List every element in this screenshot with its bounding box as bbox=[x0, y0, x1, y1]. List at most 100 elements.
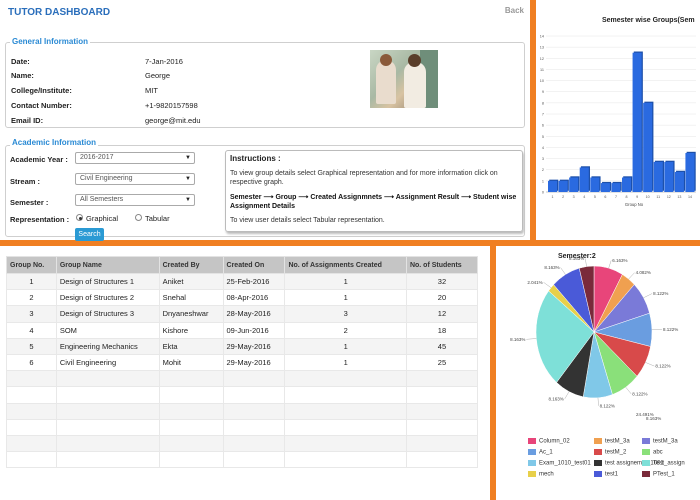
pie-legend-item[interactable]: testM_2 bbox=[594, 449, 626, 456]
empty-table-cell bbox=[158, 434, 224, 453]
table-cell: 29-May-2016 bbox=[222, 353, 286, 372]
bar[interactable] bbox=[664, 161, 674, 192]
pie-legend-item[interactable]: Test_assign bbox=[642, 460, 685, 467]
bar-y-tick-label: 5 bbox=[542, 135, 544, 139]
academic-year-label: Academic Year : bbox=[10, 155, 68, 164]
bar-x-tick-label: 13 bbox=[677, 195, 681, 199]
radio-graphical[interactable] bbox=[76, 214, 83, 221]
empty-table-cell bbox=[284, 418, 407, 436]
bar[interactable] bbox=[653, 161, 663, 192]
bar[interactable] bbox=[685, 153, 695, 192]
legend-swatch bbox=[642, 460, 650, 466]
table-cell: Design of Structures 1 bbox=[55, 272, 160, 291]
legend-label: Ac_1 bbox=[539, 449, 553, 456]
pie-legend-item[interactable]: testM_3a bbox=[594, 438, 630, 445]
bar-y-tick-label: 1 bbox=[542, 179, 544, 183]
empty-table-row bbox=[6, 434, 479, 453]
bar[interactable] bbox=[632, 52, 642, 192]
table-header-row: Group No. Group Name Created By Created On N… bbox=[6, 256, 479, 274]
bar-x-tick-label: 11 bbox=[656, 195, 660, 199]
search-button[interactable]: Search bbox=[75, 228, 104, 241]
chevron-down-icon: ▼ bbox=[185, 155, 191, 161]
bar-x-tick-label: 2 bbox=[562, 195, 564, 199]
contact-number-value: +1-9820157598 bbox=[145, 101, 198, 110]
college-label: College/Institute: bbox=[11, 86, 72, 95]
table-row[interactable]: 3 Design of Structures 3 Dnyaneshwar 28-May… bbox=[6, 305, 479, 323]
bar-y-tick-label: 6 bbox=[542, 124, 544, 128]
table-row[interactable]: 2 Design of Structures 2 Snehal 08-Apr-2016… bbox=[6, 289, 479, 307]
pie-slice-label: 8.163% bbox=[569, 256, 584, 261]
bar[interactable] bbox=[674, 171, 684, 192]
legend-label: Test_assign bbox=[653, 460, 685, 467]
bar-x-tick-label: 3 bbox=[573, 195, 575, 199]
bar-x-tick-label: 6 bbox=[604, 195, 606, 199]
bar-y-tick-label: 8 bbox=[542, 101, 544, 105]
bar[interactable] bbox=[569, 177, 579, 192]
table-cell: 6 bbox=[6, 353, 57, 372]
empty-table-cell bbox=[284, 386, 407, 404]
table-cell: 1 bbox=[284, 289, 407, 307]
pie-slice-label: 8.122% bbox=[655, 364, 670, 369]
academic-year-value: 2016-2017 bbox=[80, 154, 114, 161]
pie-legend-item[interactable]: PTest_1 bbox=[642, 471, 675, 478]
pie-legend-item[interactable]: mech bbox=[528, 471, 554, 478]
radio-tabular[interactable] bbox=[135, 214, 142, 221]
bar[interactable] bbox=[590, 177, 600, 192]
bar-x-tick-label: 1 bbox=[552, 195, 554, 199]
general-information-legend: General Information bbox=[10, 37, 91, 46]
groups-table-panel: Group No. Group Name Created By Created On N… bbox=[0, 246, 490, 500]
table-cell: Mohit bbox=[158, 353, 224, 372]
legend-label: PTest_1 bbox=[653, 471, 675, 478]
representation-label: Representation : bbox=[10, 215, 70, 224]
pie-legend-item[interactable]: test1 bbox=[594, 471, 618, 478]
table-row[interactable]: 4 SOM Kishore 09-Jun-2016 2 18 bbox=[6, 321, 479, 339]
stream-select[interactable]: Civil Engineering ▼ bbox=[75, 173, 195, 185]
bar-y-tick-label: 13 bbox=[540, 46, 544, 50]
bar[interactable] bbox=[548, 180, 558, 192]
dashboard-header: TUTOR DASHBOARD Back bbox=[0, 0, 530, 26]
legend-label: test1 bbox=[605, 471, 619, 478]
legend-swatch bbox=[528, 449, 536, 455]
legend-label: Column_02 bbox=[539, 438, 570, 445]
empty-table-cell bbox=[55, 402, 160, 420]
table-cell: Aniket bbox=[158, 272, 224, 291]
empty-table-cell bbox=[222, 418, 286, 436]
back-link[interactable]: Back bbox=[505, 6, 524, 15]
table-cell: 12 bbox=[405, 305, 479, 323]
semester-value: All Semesters bbox=[80, 196, 124, 203]
bar[interactable] bbox=[579, 167, 589, 192]
bar-chart[interactable]: Semester wise Groups(Sem0123456789101112… bbox=[536, 0, 700, 240]
empty-table-cell bbox=[222, 402, 286, 420]
empty-table-cell bbox=[6, 402, 57, 420]
email-label: Email ID: bbox=[11, 116, 44, 125]
stream-label: Stream : bbox=[10, 177, 41, 186]
contact-number-label: Contact Number: bbox=[11, 101, 72, 110]
pie-label-leader bbox=[628, 272, 635, 280]
pie-slice-label: 8.122% bbox=[663, 327, 678, 332]
pie-legend-item[interactable]: Exam_1010_test01 bbox=[528, 460, 591, 467]
pie-legend-item[interactable]: Column_02 bbox=[528, 438, 570, 445]
bar[interactable] bbox=[611, 183, 621, 192]
pie-legend-item[interactable]: Ac_1 bbox=[528, 449, 553, 456]
bar[interactable] bbox=[622, 177, 632, 192]
bar[interactable] bbox=[558, 180, 568, 192]
bar-y-tick-label: 9 bbox=[542, 90, 544, 94]
empty-table-cell bbox=[284, 451, 407, 469]
table-row[interactable]: 6 Civil Engineering Mohit 29-May-2016 1 25 bbox=[6, 353, 479, 372]
pie-slice-label: 2.041% bbox=[527, 280, 542, 285]
pie-legend-item[interactable]: testM_3a bbox=[642, 438, 678, 445]
academic-year-select[interactable]: 2016-2017 ▼ bbox=[75, 152, 195, 164]
bar-x-tick-label: 14 bbox=[688, 195, 692, 199]
empty-table-row bbox=[6, 402, 479, 420]
table-row[interactable]: 1 Design of Structures 1 Aniket 25-Feb-2016… bbox=[6, 272, 479, 291]
pie-legend-item[interactable]: abc bbox=[642, 449, 663, 456]
semester-select[interactable]: All Semesters ▼ bbox=[75, 194, 195, 206]
pie-label-leader bbox=[645, 362, 655, 367]
empty-table-cell bbox=[222, 434, 286, 453]
page-title: TUTOR DASHBOARD bbox=[8, 7, 111, 18]
bar-y-tick-label: 14 bbox=[540, 35, 544, 39]
bar[interactable] bbox=[643, 102, 653, 192]
bar[interactable] bbox=[600, 183, 610, 192]
pie-label-leader bbox=[643, 293, 653, 298]
table-row[interactable]: 5 Engineering Mechanics Ekta 29-May-2016 1 45 bbox=[6, 337, 479, 355]
